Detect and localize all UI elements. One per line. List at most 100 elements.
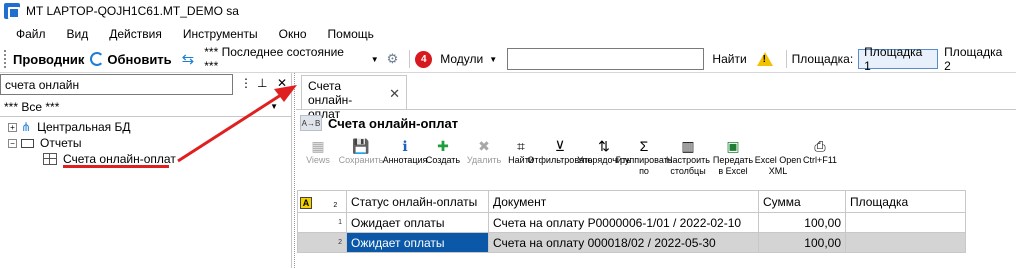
corner-a-icon[interactable]: A	[300, 196, 312, 209]
pin-icon[interactable]: ⊥	[257, 76, 267, 90]
search-input[interactable]	[507, 48, 705, 70]
column-header-sum[interactable]: Сумма	[758, 190, 846, 213]
close-icon[interactable]: ✕	[277, 76, 287, 90]
page-title: Счета онлайн-оплат	[328, 115, 459, 131]
sync-icon[interactable]: ⇆	[182, 50, 195, 68]
filter-value: *** Все ***	[4, 99, 60, 114]
expand-icon[interactable]: +	[8, 122, 17, 132]
menu-tools[interactable]: Инструменты	[183, 27, 258, 41]
chevron-down-icon[interactable]: ▼	[371, 55, 379, 64]
printer-icon: ⎙	[814, 138, 826, 154]
menu-window[interactable]: Окно	[279, 27, 307, 41]
state-selector[interactable]: *** Последнее состояние ***	[204, 45, 360, 73]
collapse-icon[interactable]: −	[8, 138, 17, 148]
table-icon	[43, 153, 57, 165]
main-toolbar: Проводник Обновить ⇆ *** Последнее состо…	[0, 45, 1016, 73]
info-icon: ℹ	[402, 138, 408, 154]
tab-strip-divider	[296, 109, 1016, 110]
refresh-icon[interactable]	[90, 52, 105, 66]
cell-document[interactable]: Счета на оплату P0000006-1/01 / 2022-02-…	[488, 212, 759, 233]
actions-ribbon: ▦ Views 💾 Сохранить ℹ Аннотация ✚ Создать ✖ Удали…	[300, 138, 838, 186]
more-options-icon[interactable]: ⋮	[240, 76, 252, 90]
explorer-button[interactable]: Проводник	[13, 52, 84, 67]
create-button[interactable]: ✚ Создать	[424, 138, 462, 186]
excel-xml-label: Excel Open XML	[754, 155, 802, 176]
menu-actions[interactable]: Действия	[109, 27, 162, 41]
row-number: 1	[297, 212, 347, 233]
form-type-icon: A→B	[300, 115, 322, 131]
create-label: Создать	[425, 155, 461, 165]
chevron-down-icon[interactable]: ▼	[489, 55, 497, 64]
app-logo-icon	[4, 3, 20, 19]
columns-label: Настроить столбцы	[666, 155, 710, 176]
menu-view[interactable]: Вид	[67, 27, 89, 41]
menu-bar: Файл Вид Действия Инструменты Окно Помощ…	[0, 24, 395, 44]
toolbar-divider	[785, 50, 787, 68]
warning-icon[interactable]	[756, 52, 773, 66]
find-button[interactable]: Найти	[712, 52, 746, 66]
column-header-document[interactable]: Документ	[488, 190, 759, 213]
refresh-button[interactable]: Обновить	[107, 52, 171, 67]
modules-menu[interactable]: Модули	[440, 52, 483, 66]
network-icon: ⋔	[21, 120, 32, 134]
annotation-label: Аннотация	[382, 155, 428, 165]
save-icon: 💾	[352, 138, 370, 154]
cell-status[interactable]: Ожидает оплаты	[346, 232, 489, 253]
print-label: Ctrl+F11	[802, 155, 838, 165]
delete-icon: ✖	[478, 138, 490, 154]
views-label: Views	[306, 155, 330, 165]
columns-icon: ▥	[681, 138, 695, 154]
filter-select[interactable]: *** Все *** ▼	[0, 97, 292, 117]
folder-icon	[21, 138, 34, 148]
cell-document[interactable]: Счета на оплату 000018/02 / 2022-05-30	[488, 232, 759, 253]
delete-label: Удалить	[466, 155, 502, 165]
data-grid: A 2 Статус онлайн-оплаты Документ Сумма …	[297, 190, 966, 253]
toolbar-grip[interactable]	[4, 50, 7, 68]
window-title: MT LAPTOP-QOJH1C61.MT_DEMO sa	[26, 4, 239, 18]
filter-icon: ⊻	[554, 138, 566, 154]
table-row-selected[interactable]: 2 Ожидает оплаты Счета на оплату 000018/…	[297, 232, 966, 253]
notifications-badge[interactable]: 4	[415, 50, 433, 68]
print-button[interactable]: ⎙ Ctrl+F11	[802, 138, 838, 186]
row-number: 2	[297, 232, 347, 253]
grid-header-row: A 2 Статус онлайн-оплаты Документ Сумма …	[297, 190, 966, 213]
site-1-button[interactable]: Площадка 1	[858, 45, 939, 73]
cell-sum[interactable]: 100,00	[758, 232, 846, 253]
delete-button[interactable]: ✖ Удалить	[462, 138, 506, 186]
menu-file[interactable]: Файл	[16, 27, 46, 41]
cell-site[interactable]	[845, 212, 966, 233]
cell-site[interactable]	[845, 232, 966, 253]
excel-button[interactable]: ▣ Передать в Excel	[712, 138, 754, 186]
views-icon: ▦	[311, 138, 325, 154]
close-icon[interactable]: ✕	[389, 86, 400, 102]
site-label: Площадка:	[791, 52, 854, 66]
plus-icon: ✚	[437, 138, 449, 154]
gears-icon[interactable]: ⚙	[387, 51, 399, 67]
cell-status[interactable]: Ожидает оплаты	[346, 212, 489, 233]
views-button[interactable]: ▦ Views	[300, 138, 336, 186]
binoculars-icon: ⌗	[517, 138, 525, 154]
tree-item-central-db[interactable]: + ⋔ Центральная БД	[8, 119, 130, 135]
tree-item-reports[interactable]: − Отчеты	[8, 135, 81, 151]
sort-icon: ⇅	[598, 138, 610, 154]
sigma-icon: Σ	[639, 138, 649, 154]
cell-sum[interactable]: 100,00	[758, 212, 846, 233]
panel-splitter[interactable]	[294, 73, 296, 268]
tab-online-invoices[interactable]: Счета онлайн-оплат ✕	[301, 75, 407, 121]
form-header: A→B Счета онлайн-оплат	[300, 112, 458, 134]
column-header-site[interactable]: Площадка	[845, 190, 966, 213]
site-2-button[interactable]: Площадка 2	[940, 45, 1016, 73]
chevron-down-icon[interactable]: ▼	[270, 102, 278, 111]
group-button[interactable]: Σ Группировать по	[616, 138, 673, 186]
app-window: MT LAPTOP-QOJH1C61.MT_DEMO sa Файл Вид Д…	[0, 0, 1016, 268]
grid-corner[interactable]: A 2	[297, 190, 347, 213]
table-row[interactable]: 1 Ожидает оплаты Счета на оплату P000000…	[297, 212, 966, 233]
menu-help[interactable]: Помощь	[328, 27, 374, 41]
excel-label: Передать в Excel	[712, 155, 754, 176]
explorer-search-input[interactable]	[0, 74, 233, 95]
annotation-button[interactable]: ℹ Аннотация	[383, 138, 428, 186]
column-header-status[interactable]: Статус онлайн-оплаты	[346, 190, 489, 213]
columns-button[interactable]: ▥ Настроить столбцы	[664, 138, 712, 186]
excel-xml-button[interactable]: Excel Open XML	[754, 138, 802, 186]
save-button[interactable]: 💾 Сохранить	[336, 138, 386, 186]
